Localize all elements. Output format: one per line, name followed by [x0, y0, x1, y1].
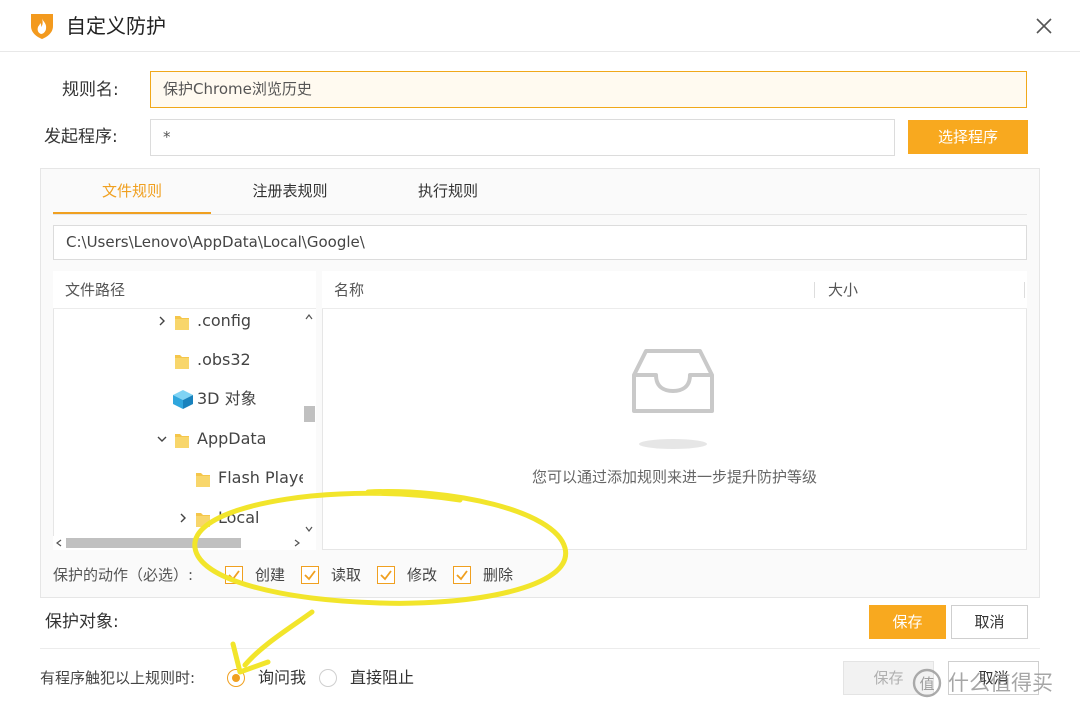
empty-state-text: 您可以通过添加规则来进一步提升防护等级 — [531, 468, 817, 486]
chevron-right-icon[interactable] — [156, 309, 168, 333]
list-header — [322, 271, 1027, 309]
ask-me-label: 询问我 — [258, 668, 307, 687]
block-directly-radio[interactable] — [319, 669, 337, 687]
delete-checkbox[interactable] — [453, 566, 471, 584]
column-separator[interactable] — [814, 282, 815, 298]
close-icon[interactable] — [1030, 12, 1058, 40]
watermark-text: 什么值得买 — [948, 671, 1053, 695]
path-bar[interactable]: C:\Users\Lenovo\AppData\Local\Google\ — [53, 225, 1027, 260]
tree-item-label: .obs32 — [197, 350, 251, 369]
svg-text:值: 值 — [919, 675, 934, 693]
empty-inbox-icon — [628, 345, 718, 455]
rule-name-input[interactable]: 保护Chrome浏览历史 — [150, 71, 1027, 108]
protect-target-label: 保护对象: — [45, 612, 119, 632]
tree-item-label: .config — [197, 311, 252, 330]
folder-icon — [174, 313, 190, 330]
launcher-label: 发起程序: — [44, 127, 118, 147]
tab-execution-rules[interactable]: 执行规则 — [369, 178, 527, 214]
delete-label: 删除 — [483, 566, 514, 584]
shield-flame-icon — [28, 12, 56, 40]
tree-vertical-scrollbar[interactable] — [303, 309, 316, 550]
column-header-size[interactable]: 大小 — [828, 271, 858, 309]
read-checkbox[interactable] — [301, 566, 319, 584]
annotation-arrow — [242, 609, 315, 668]
trigger-label: 有程序触犯以上规则时: — [40, 669, 196, 687]
tree-item-flash-player[interactable]: Flash Playe — [54, 466, 308, 505]
folder-icon — [174, 431, 190, 448]
block-directly-label: 直接阻止 — [350, 668, 415, 687]
select-program-button[interactable]: 选择程序 — [908, 120, 1028, 154]
actions-label: 保护的动作（必选）: — [53, 566, 194, 584]
chevron-right-icon[interactable] — [177, 506, 189, 530]
chevron-down-icon[interactable] — [156, 427, 168, 451]
read-label: 读取 — [331, 566, 362, 584]
tree-header: 文件路径 — [53, 271, 316, 309]
tree-item-label: AppData — [197, 429, 267, 448]
scroll-down-icon[interactable] — [303, 524, 315, 537]
cancel-rule-button[interactable]: 取消 — [951, 605, 1028, 639]
tree-item-obs32[interactable]: .obs32 — [54, 348, 303, 387]
folder-icon — [195, 510, 211, 527]
save-rule-button[interactable]: 保存 — [869, 605, 946, 639]
tab-registry-rules[interactable]: 注册表规则 — [211, 178, 369, 214]
tree-vertical-scroll-thumb[interactable] — [304, 406, 315, 422]
ask-me-radio[interactable] — [227, 669, 245, 687]
tree-item-label: Local — [218, 508, 260, 527]
tree-horizontal-scroll-thumb[interactable] — [66, 538, 241, 548]
column-header-name[interactable]: 名称 — [334, 271, 364, 309]
scroll-up-icon[interactable] — [303, 312, 315, 325]
tree-item-label: 3D 对象 — [197, 389, 257, 408]
create-checkbox[interactable] — [225, 566, 243, 584]
window-title: 自定义防护 — [66, 14, 166, 38]
watermark-logo-icon: 值 — [912, 668, 942, 698]
tree-item-local[interactable]: Local — [54, 506, 303, 536]
folder-icon — [195, 470, 211, 487]
tree-item-3d-objects[interactable]: 3D 对象 — [54, 387, 303, 426]
launcher-input[interactable]: * — [150, 119, 895, 156]
tree-item-config[interactable]: .config — [54, 309, 303, 348]
modify-label: 修改 — [407, 566, 438, 584]
folder-icon — [174, 352, 190, 369]
tab-file-rules[interactable]: 文件规则 — [53, 178, 211, 214]
rule-name-label: 规则名: — [62, 80, 119, 100]
scroll-right-icon[interactable] — [290, 538, 302, 551]
tab-divider — [53, 214, 1027, 215]
tree-item-label: Flash Playe — [218, 468, 309, 487]
column-separator[interactable] — [1024, 282, 1025, 298]
divider — [40, 648, 1040, 649]
modify-checkbox[interactable] — [377, 566, 395, 584]
tree-item-appdata[interactable]: AppData — [54, 427, 303, 466]
3d-objects-icon — [172, 389, 194, 409]
create-label: 创建 — [255, 566, 286, 584]
scroll-left-icon[interactable] — [54, 538, 66, 551]
